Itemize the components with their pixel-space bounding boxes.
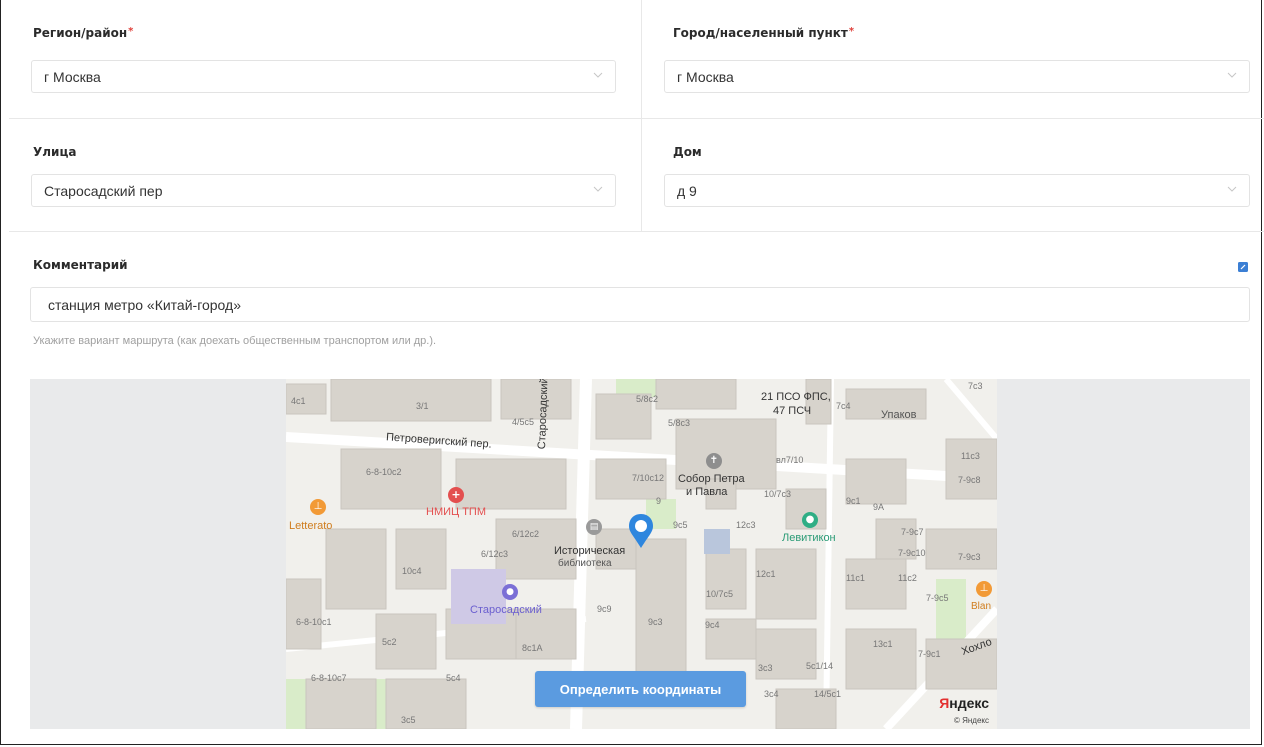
region-value: г Москва [44,69,101,85]
map-house-number: 6/12с2 [512,529,540,539]
map-house-number: 9А [873,502,885,512]
address-row-2: Улица Старосадский пер Дом д 9 [9,118,1264,232]
comment-value: станция метро «Китай-город» [48,297,241,313]
map-house-number: 12с1 [756,569,776,579]
library-icon: ▤ [586,519,602,535]
map-house-number: 6-8-10с7 [311,673,347,683]
map-house-number: 11с2 [898,573,917,583]
map-house-number: 6-8-10с2 [366,467,402,477]
map-house-number: 11с1 [846,573,865,583]
city-value: г Москва [677,69,734,85]
house-select[interactable]: д 9 [664,174,1250,207]
map-house-number: 7с3 [968,381,983,391]
comment-hint: Укажите вариант маршрута (как доехать об… [33,335,437,347]
map-house-number: 10с4 [402,566,422,576]
map-house-number: 9с9 [597,604,612,614]
house-cell: Дом д 9 [642,118,1264,231]
region-label: Регион/район* [33,26,134,40]
map-house-number: 12с3 [736,520,756,530]
street-label: Улица [33,145,77,159]
chevron-down-icon [593,72,603,78]
chevron-down-icon [1227,72,1237,78]
church-icon: ✝ [706,453,722,469]
map-poi-label: Историческая [554,545,626,557]
cafe-icon: ⊥ [976,581,992,597]
chevron-down-icon [1227,186,1237,192]
map-house-number: 7с4 [836,401,851,411]
map-house-number: 7-9с8 [958,475,981,485]
detect-coordinates-button[interactable]: Определить координаты [535,671,746,707]
map-house-number: 7-9с7 [901,527,924,537]
city-label: Город/населенный пункт* [673,26,855,40]
map-poi-label: Собор Петра [678,473,745,485]
map-poi-label: Старосадский [470,604,542,616]
map-house-number: 10/7с5 [706,589,734,599]
map[interactable]: Петроверигский пер. Старосадский пер. Хо… [286,379,997,729]
map-poi-label: НМИЦ ТПМ [426,506,486,518]
map-house-number: 7-9с5 [926,593,949,603]
street-value: Старосадский пер [44,183,163,199]
map-poi-label: библиотека [558,558,612,569]
map-house-number: 9с4 [705,620,720,630]
edit-icon[interactable] [1238,262,1248,272]
map-house-number: 8с1А [522,643,543,653]
map-house-number: 6-8-10с1 [296,617,332,627]
chevron-down-icon [593,186,603,192]
map-house-number: 5с4 [446,673,461,683]
map-house-number: 11с3 [961,451,980,461]
map-house-number: 3с3 [758,663,773,673]
city-cell: Город/населенный пункт* г Москва [642,0,1264,118]
map-copyright: © Яндекс [953,716,989,725]
region-select[interactable]: г Москва [31,60,616,93]
map-poi-label: 47 ПСЧ [773,405,812,417]
map-poi-label: 21 ПСО ФПС, [761,391,831,403]
map-house-number: 7/10с12 [632,473,665,483]
street-cell: Улица Старосадский пер [9,118,642,231]
required-mark: * [128,26,134,37]
hospital-icon: + [448,487,464,503]
map-house-number: 6/12с3 [481,549,509,559]
map-house-number: 5/8с3 [668,418,691,428]
map-house-number: 3с5 [401,715,416,725]
comment-input[interactable]: станция метро «Китай-город» [30,287,1250,322]
comment-label: Комментарий [33,258,128,272]
map-house-number: 10/7с3 [764,489,792,499]
theatre-icon: ● [502,584,518,600]
address-row-1: Регион/район* г Москва Город/населенный … [9,0,1264,119]
map-house-number: 4с1 [291,396,306,406]
house-value: д 9 [677,183,697,199]
map-house-number: 9с1 [846,496,861,506]
map-brand-logo: Яндекс [939,695,989,711]
map-house-number: 9с5 [673,520,688,530]
map-house-number: 7-9с10 [898,548,926,558]
map-house-number: 7-9с3 [958,552,981,562]
map-house-number: 13с1 [873,639,893,649]
pharmacy-icon: ● [802,512,818,528]
map-pin-icon[interactable] [627,512,655,552]
map-house-number: 5с1/14 [806,661,834,671]
map-house-number: 3с4 [764,689,779,699]
map-poi-label: Левитикон [782,532,836,544]
map-house-number: 3/1 [416,401,429,411]
comment-section: Комментарий станция метро «Китай-город» … [9,232,1264,377]
map-poi-label: Blan [971,601,992,612]
house-label: Дом [673,145,702,159]
map-house-number: 9 [656,496,662,506]
map-house-number: 9с3 [648,617,663,627]
map-container: Петроверигский пер. Старосадский пер. Хо… [30,379,1250,729]
cafe-icon: ⊥ [310,499,326,515]
map-house-number: 5с2 [382,637,397,647]
map-house-number: вл7/10 [776,455,804,465]
map-house-number: 7-9с1 [918,649,941,659]
map-poi-label: Упаков [881,409,917,421]
map-poi-label: и Павла [686,486,728,498]
street-select[interactable]: Старосадский пер [31,174,616,207]
map-house-number: 5/8с2 [636,394,659,404]
map-house-number: 4/5с5 [512,417,535,427]
required-mark: * [848,26,855,37]
region-cell: Регион/район* г Москва [9,0,642,118]
map-house-number: 14/5с1 [814,689,842,699]
city-select[interactable]: г Москва [664,60,1250,93]
map-poi-label: Letterato [289,520,333,532]
